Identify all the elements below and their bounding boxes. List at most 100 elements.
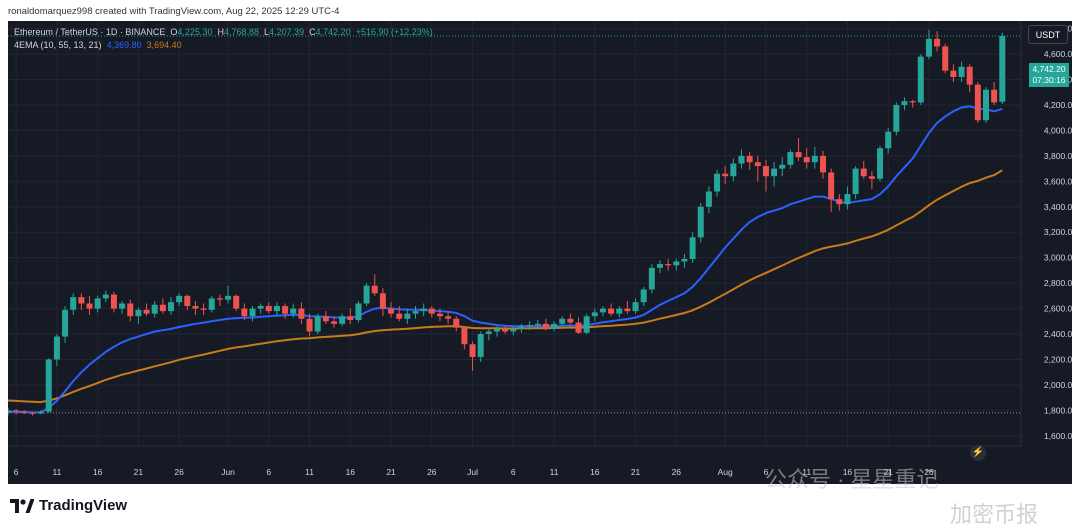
y-tick-label: 2,600.00: [1044, 304, 1072, 314]
candle-body: [657, 264, 663, 268]
x-tick-label: Jul: [467, 467, 478, 477]
bar-countdown: 07:30:16: [1032, 75, 1066, 85]
candle-body: [950, 70, 957, 77]
ema-slow-line: [8, 169, 1003, 404]
candle-body: [249, 308, 256, 317]
candle: [934, 31, 941, 52]
candle-body: [461, 327, 468, 345]
candle-body: [714, 173, 721, 192]
price-chart[interactable]: 1,600.00 1,800.00 2,000.00 2,200.00 2,400.00…: [8, 21, 1072, 484]
candle: [616, 306, 623, 318]
candle-body: [282, 306, 289, 314]
candle-body: [836, 199, 843, 205]
candle: [70, 293, 77, 315]
candle: [689, 232, 696, 263]
candle: [762, 159, 769, 192]
tradingview-mark-icon: [10, 498, 34, 513]
candle-body: [551, 323, 558, 329]
x-tick-label: 11: [305, 467, 314, 477]
candle-body: [599, 308, 606, 313]
y-tick-label: 3,400.00: [1044, 202, 1072, 212]
candle: [135, 307, 142, 324]
candle-body: [485, 331, 492, 335]
candle: [94, 295, 101, 313]
candle-body: [37, 411, 44, 414]
quote-currency-button[interactable]: USDT: [1028, 25, 1068, 44]
candle: [273, 302, 280, 317]
candle: [714, 169, 721, 197]
candle-body: [420, 308, 427, 312]
candle-body: [640, 289, 647, 303]
candle: [657, 260, 663, 273]
candle: [958, 61, 965, 83]
candle-body: [730, 163, 737, 177]
candle-body: [273, 306, 280, 312]
y-tick-label: 3,200.00: [1044, 227, 1072, 237]
candle-body: [542, 323, 549, 329]
candle: [665, 258, 672, 271]
y-tick-label: 4,200.00: [1044, 100, 1072, 110]
candle: [216, 294, 223, 307]
x-tick-label: 6: [266, 467, 271, 477]
candle: [599, 306, 606, 317]
candle-body: [94, 298, 101, 309]
candle-body: [526, 325, 533, 327]
candle-body: [176, 295, 183, 303]
watermark-text-2: 加密币报: [950, 502, 1039, 527]
candle: [771, 162, 778, 187]
candle-body: [13, 410, 20, 412]
candle-body: [624, 308, 631, 312]
candle: [787, 149, 794, 169]
lightning-icon[interactable]: ⚡: [970, 445, 986, 461]
candle: [412, 306, 419, 319]
candle-body: [779, 164, 786, 169]
candle-body: [762, 166, 769, 177]
candle: [143, 303, 150, 317]
candle-body: [102, 294, 109, 299]
open-value: 4,225.30: [177, 27, 213, 37]
candle-body: [934, 38, 941, 47]
close-value: 4,742.20: [315, 27, 351, 37]
candle: [469, 341, 476, 371]
indicator-legend[interactable]: 4EMA (10, 55, 13, 21) 4,369.80 3,694.40: [14, 40, 182, 50]
candle-body: [208, 298, 215, 310]
candle: [901, 97, 908, 111]
candle: [836, 194, 843, 211]
candle-body: [371, 285, 378, 294]
change-value: +516.90 (+12.23%): [355, 27, 433, 37]
y-tick-label: 2,400.00: [1044, 329, 1072, 339]
candle: [885, 127, 892, 154]
candle: [168, 297, 174, 315]
candle-body: [119, 303, 126, 309]
candle-body: [436, 313, 443, 317]
x-tick-label: 11: [52, 467, 61, 477]
candle-body: [70, 297, 77, 310]
chart-panel[interactable]: 1,600.00 1,800.00 2,000.00 2,200.00 2,400.00…: [8, 21, 1072, 484]
candle-body: [331, 321, 337, 324]
candle-body: [673, 261, 680, 266]
candle-body: [991, 89, 998, 103]
candle-body: [184, 295, 191, 307]
candle-body: [379, 293, 386, 309]
candle-body: [396, 313, 403, 319]
symbol-title[interactable]: Ethereum / TetherUS · 1D · BINANCE: [14, 27, 165, 37]
candle: [803, 148, 810, 169]
y-tick-label: 3,800.00: [1044, 151, 1072, 161]
candle: [184, 294, 191, 310]
candle: [192, 300, 199, 315]
candle-body: [53, 336, 60, 360]
candle-body: [860, 168, 867, 177]
high-value: 4,768.88: [223, 27, 260, 37]
candle-body: [754, 162, 761, 167]
candle-body: [958, 66, 965, 77]
candle: [200, 303, 207, 315]
candle: [852, 166, 859, 200]
candle-body: [787, 152, 794, 165]
x-tick-label: 21: [386, 467, 396, 477]
tradingview-logo[interactable]: TradingView: [10, 497, 127, 514]
candle: [811, 146, 818, 169]
candle-body: [45, 359, 52, 412]
candle-body: [632, 302, 639, 312]
candle-body: [795, 152, 802, 158]
candle-body: [62, 309, 69, 337]
